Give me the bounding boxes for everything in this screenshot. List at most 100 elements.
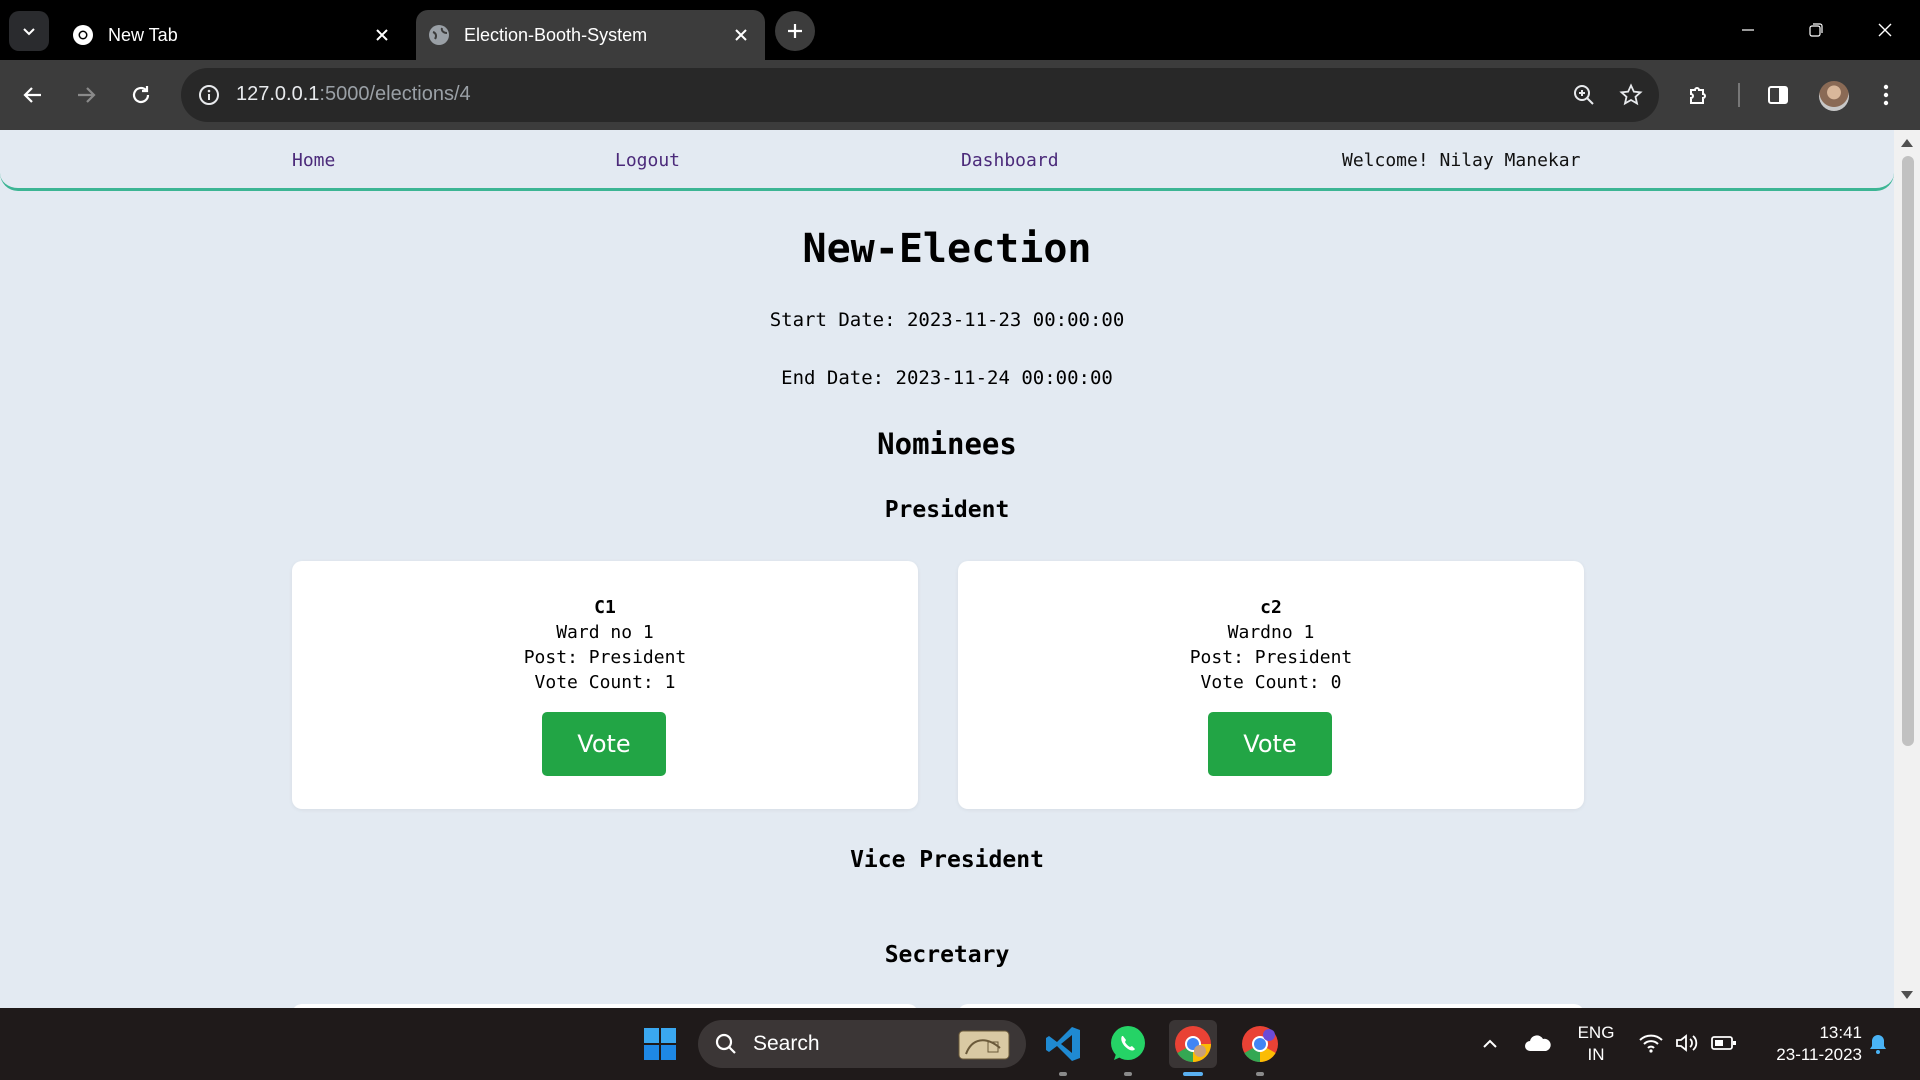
candidate-name: C1 <box>594 597 616 618</box>
profile-avatar[interactable] <box>1819 81 1849 111</box>
extensions-button[interactable] <box>1679 75 1719 115</box>
chrome-menu-button[interactable] <box>1866 75 1906 115</box>
tab-title: Election-Booth-System <box>464 24 648 45</box>
candidate-vote-count: Vote Count: 1 <box>534 672 676 693</box>
clock[interactable]: 13:41 23-11-2023 <box>1752 1022 1862 1066</box>
close-window-button[interactable] <box>1860 10 1910 50</box>
restore-icon <box>1809 23 1823 37</box>
restore-button[interactable] <box>1791 10 1841 50</box>
chrome-app[interactable] <box>1169 1020 1217 1068</box>
site-navbar: Home Logout Dashboard Welcome! Nilay Man… <box>0 130 1894 191</box>
post-heading-vice-president: Vice President <box>850 847 1044 873</box>
address-bar[interactable]: 127.0.0.1:5000/elections/4 <box>181 68 1659 122</box>
reload-button[interactable] <box>121 75 161 115</box>
notification-bell-icon[interactable] <box>1866 1032 1890 1056</box>
vscode-icon <box>1046 1027 1080 1061</box>
url-path: :5000/elections/4 <box>319 83 471 105</box>
arrow-left-icon <box>23 87 41 103</box>
tab-title: New Tab <box>108 24 178 45</box>
clock-time: 13:41 <box>1819 1023 1862 1042</box>
kebab-menu-icon <box>1883 84 1889 106</box>
vote-button[interactable]: Vote <box>542 712 666 776</box>
candidate-ward: Wardno 1 <box>1227 622 1315 643</box>
volume-icon[interactable] <box>1674 1032 1700 1054</box>
scrollbar-thumb[interactable] <box>1902 156 1914 746</box>
side-panel-icon <box>1768 86 1788 104</box>
candidate-card: C1 Ward no 1 Post: President Vote Count:… <box>292 561 918 809</box>
search-highlight-icon <box>958 1030 1010 1060</box>
zoom-icon[interactable] <box>1568 79 1600 111</box>
puzzle-icon <box>1690 87 1706 104</box>
tab-new-tab[interactable]: New Tab <box>60 10 406 60</box>
plus-icon <box>788 24 802 38</box>
minimize-icon <box>1742 29 1754 31</box>
close-icon <box>1878 23 1892 37</box>
search-label: Search <box>753 1032 820 1055</box>
close-tab-icon[interactable] <box>370 23 394 47</box>
search-icon <box>715 1033 736 1054</box>
vscode-app[interactable] <box>1039 1020 1087 1068</box>
back-button[interactable] <box>13 75 53 115</box>
chrome-icon <box>72 24 94 46</box>
end-date: End Date: 2023-11-24 00:00:00 <box>781 367 1113 389</box>
url-host: 127.0.0.1 <box>236 83 320 105</box>
chevron-down-icon <box>23 28 35 36</box>
taskbar-search[interactable]: Search <box>698 1020 1026 1068</box>
nav-dashboard-link[interactable]: Dashboard <box>961 150 1059 171</box>
welcome-message: Welcome! Nilay Manekar <box>1342 150 1581 171</box>
chrome-icon <box>1175 1026 1211 1062</box>
page-scrollbar[interactable] <box>1894 130 1920 1008</box>
chrome-profile-app[interactable] <box>1236 1020 1284 1068</box>
vote-button[interactable]: Vote <box>1208 712 1332 776</box>
battery-icon[interactable] <box>1711 1034 1737 1052</box>
minimize-button[interactable] <box>1723 10 1773 50</box>
language-indicator[interactable]: ENG IN <box>1574 1022 1618 1066</box>
reload-icon <box>132 86 150 104</box>
candidate-card: c2 Wardno 1 Post: President Vote Count: … <box>958 561 1584 809</box>
close-tab-icon[interactable] <box>729 23 753 47</box>
app-running-indicator <box>1256 1072 1264 1076</box>
wifi-icon[interactable] <box>1638 1032 1664 1054</box>
windows-logo-icon <box>644 1028 676 1060</box>
start-button[interactable] <box>636 1020 684 1068</box>
candidate-vote-count: Vote Count: 0 <box>1200 672 1342 693</box>
scroll-down-arrow[interactable] <box>1901 991 1913 999</box>
chrome-icon <box>1242 1026 1278 1062</box>
nav-home-link[interactable]: Home <box>292 150 335 171</box>
candidate-post: Post: President <box>523 647 687 668</box>
candidate-name: c2 <box>1260 597 1282 618</box>
new-tab-button[interactable] <box>775 11 815 51</box>
browser-tab-bar: New Tab Election-Booth-System <box>0 0 1920 60</box>
chevron-up-icon[interactable] <box>1481 1035 1499 1053</box>
browser-toolbar: 127.0.0.1:5000/elections/4 <box>0 60 1920 130</box>
bookmark-star-icon[interactable] <box>1615 79 1647 111</box>
app-running-indicator <box>1124 1072 1132 1076</box>
tab-search-button[interactable] <box>9 11 49 51</box>
globe-icon <box>428 24 450 46</box>
start-date: Start Date: 2023-11-23 00:00:00 <box>769 309 1125 331</box>
region-code: IN <box>1587 1045 1605 1064</box>
election-title: New-Election <box>802 226 1092 272</box>
nominees-heading: Nominees <box>877 427 1017 461</box>
nav-logout-link[interactable]: Logout <box>615 150 680 171</box>
arrow-right-icon <box>78 87 96 103</box>
app-active-indicator <box>1183 1072 1203 1076</box>
url-text: 127.0.0.1:5000/elections/4 <box>236 83 471 106</box>
post-heading-president: President <box>884 497 1010 523</box>
page-viewport: Home Logout Dashboard Welcome! Nilay Man… <box>0 130 1920 1008</box>
windows-taskbar: Search ENG IN 13:41 23-11-2023 <box>0 1008 1920 1080</box>
scroll-up-arrow[interactable] <box>1901 139 1913 147</box>
whatsapp-app[interactable] <box>1104 1020 1152 1068</box>
side-panel-button[interactable] <box>1758 75 1798 115</box>
toolbar-divider <box>1738 83 1740 107</box>
post-heading-secretary: Secretary <box>884 942 1010 968</box>
app-running-indicator <box>1059 1072 1067 1076</box>
language-code: ENG <box>1577 1023 1615 1042</box>
onedrive-cloud-icon[interactable] <box>1524 1033 1552 1053</box>
forward-button[interactable] <box>66 75 106 115</box>
site-info-icon[interactable] <box>193 79 225 111</box>
candidate-ward: Ward no 1 <box>556 622 654 643</box>
tab-election-booth[interactable]: Election-Booth-System <box>416 10 765 60</box>
clock-date: 23-11-2023 <box>1776 1045 1862 1064</box>
candidate-post: Post: President <box>1189 647 1353 668</box>
